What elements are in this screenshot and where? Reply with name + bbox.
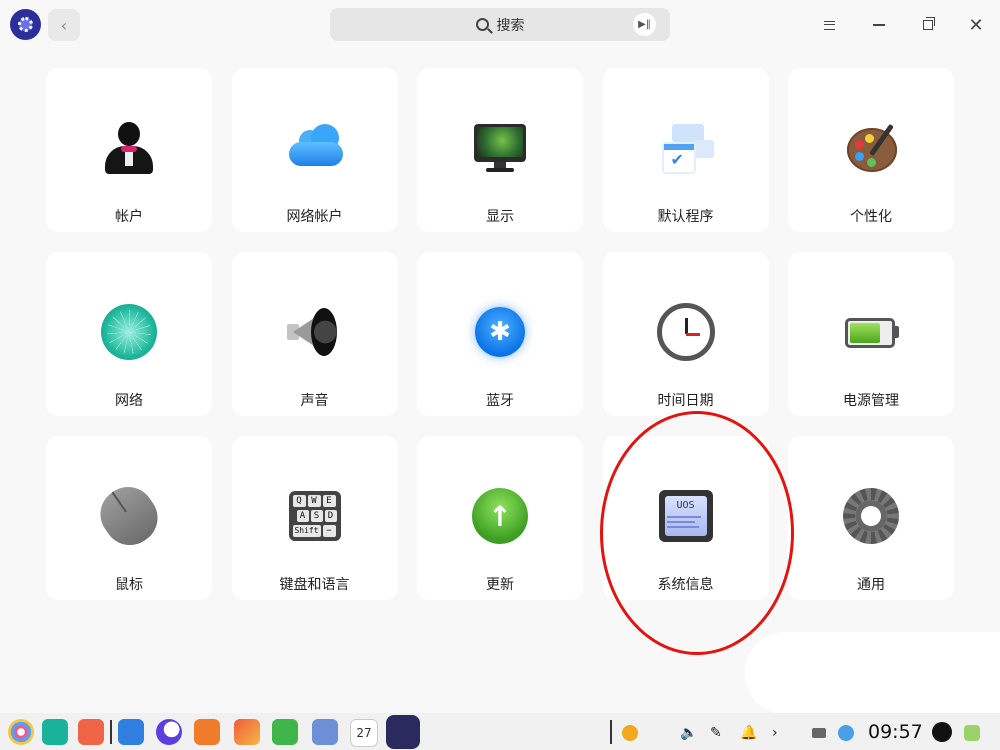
title-bar: ‹ 搜索 ▶‖ ✕ — [0, 0, 1000, 50]
notification-bell-icon[interactable]: 🔔 — [740, 725, 757, 741]
key-cap: Q — [292, 495, 306, 507]
key-cap: W — [307, 495, 321, 507]
account-icon — [99, 118, 159, 178]
tile-display[interactable]: 显示 — [417, 68, 583, 232]
control-center-taskbar-icon[interactable] — [386, 715, 420, 749]
default-apps-icon — [656, 118, 716, 178]
voice-search-icon[interactable]: ▶‖ — [633, 13, 656, 36]
key-cap: E — [322, 495, 336, 507]
tile-personalization[interactable]: 个性化 — [788, 68, 954, 232]
search-icon — [475, 18, 489, 31]
minimize-icon — [873, 24, 885, 26]
key-cap: S — [310, 510, 323, 522]
keyboard-tray-icon[interactable] — [812, 728, 826, 738]
tile-datetime[interactable]: 时间日期 — [602, 252, 769, 416]
key-cap: A — [296, 510, 309, 522]
tile-sound[interactable]: 声音 — [231, 252, 398, 416]
tray-app-icon[interactable] — [964, 725, 980, 741]
tile-default-apps[interactable]: 默认程序 — [602, 68, 769, 232]
image-viewer-icon[interactable] — [234, 719, 260, 745]
key-cap: − — [322, 525, 336, 537]
tile-label: 电源管理 — [843, 393, 899, 409]
tile-power[interactable]: 电源管理 — [788, 252, 954, 416]
tile-label: 声音 — [300, 393, 329, 409]
chevron-left-icon: ‹ — [60, 15, 68, 35]
tile-label: 个性化 — [850, 209, 892, 225]
close-button[interactable]: ✕ — [965, 14, 987, 36]
search-placeholder: 搜索 — [496, 17, 525, 34]
minimize-button[interactable] — [868, 14, 890, 36]
chevron-right-icon[interactable]: › — [772, 725, 788, 741]
pen-icon[interactable]: ✎ — [710, 725, 726, 741]
tile-label: 鼠标 — [115, 577, 143, 593]
display-icon — [470, 118, 530, 178]
update-icon: ↑ — [472, 488, 528, 544]
multitask-view-icon[interactable] — [42, 719, 68, 745]
document-viewer-icon[interactable] — [312, 719, 338, 745]
taskbar-separator — [610, 720, 612, 744]
file-manager-icon[interactable] — [78, 719, 104, 745]
gear-icon — [843, 488, 899, 544]
music-icon[interactable] — [272, 719, 298, 745]
menu-button[interactable] — [818, 14, 840, 36]
menu-icon — [823, 20, 835, 30]
tile-label: 蓝牙 — [486, 393, 514, 409]
tile-cloud-account[interactable]: 网络帐户 — [231, 68, 398, 232]
maximize-icon — [923, 17, 935, 30]
tile-label: 显示 — [486, 209, 514, 225]
back-button[interactable]: ‹ — [48, 9, 80, 41]
tile-keyboard[interactable]: Q W E A S D Shift − 键盘和语言 — [231, 436, 398, 600]
tile-label: 更新 — [486, 577, 514, 593]
package-icon[interactable] — [194, 719, 220, 745]
power-icon[interactable] — [932, 722, 952, 742]
key-cap: Shift — [292, 525, 321, 537]
battery-icon — [841, 302, 901, 362]
settings-grid: 帐户 网络帐户 显示 默认程序 个性化 网络 声音 ✱ 蓝牙 — [46, 68, 954, 600]
tile-bluetooth[interactable]: ✱ 蓝牙 — [417, 252, 583, 416]
volume-icon[interactable]: 🔈 — [680, 725, 697, 741]
close-icon: ✕ — [968, 14, 984, 36]
mouse-icon — [90, 476, 168, 556]
tile-account[interactable]: 帐户 — [46, 68, 212, 232]
tile-label: 通用 — [857, 577, 885, 593]
tile-label: 网络 — [115, 393, 143, 409]
tile-network[interactable]: 网络 — [46, 252, 212, 416]
search-input[interactable]: 搜索 ▶‖ — [330, 8, 670, 41]
personalization-icon — [841, 118, 901, 178]
calendar-icon[interactable]: 27 — [350, 719, 378, 747]
taskbar-separator — [110, 720, 112, 744]
taskbar-clock[interactable]: 09:57 — [868, 721, 923, 743]
input-method-icon[interactable] — [622, 725, 638, 741]
system-info-icon: UOS — [658, 490, 713, 542]
network-tray-icon[interactable] — [838, 725, 854, 741]
maximize-button[interactable] — [917, 14, 939, 36]
cloud-account-icon — [285, 118, 345, 178]
sysinfo-chip-text: UOS — [676, 500, 695, 511]
launcher-icon[interactable] — [8, 719, 34, 745]
tile-general[interactable]: 通用 — [788, 436, 954, 600]
tile-label: 帐户 — [115, 209, 143, 225]
keyboard-icon: Q W E A S D Shift − — [288, 491, 341, 541]
tile-label: 网络帐户 — [286, 209, 343, 225]
tile-label: 键盘和语言 — [279, 577, 350, 593]
key-cap: D — [324, 510, 337, 522]
tile-system-info[interactable]: UOS 系统信息 — [602, 436, 769, 600]
tile-mouse[interactable]: 鼠标 — [46, 436, 212, 600]
tile-update[interactable]: ↑ 更新 — [417, 436, 583, 600]
control-center-logo-icon — [10, 9, 41, 40]
tile-label: 时间日期 — [657, 393, 714, 409]
taskbar: 27 🔈 ✎ 🔔 › 09:57 — [0, 713, 1000, 750]
browser-icon[interactable] — [156, 719, 182, 745]
tile-label: 系统信息 — [657, 577, 714, 593]
sound-icon — [285, 302, 345, 362]
notification-overlay — [745, 632, 1000, 714]
bluetooth-icon: ✱ — [475, 307, 525, 357]
app-store-icon[interactable] — [118, 719, 144, 745]
network-icon — [101, 304, 157, 360]
tile-label: 默认程序 — [657, 209, 714, 225]
clock-icon — [656, 303, 715, 361]
